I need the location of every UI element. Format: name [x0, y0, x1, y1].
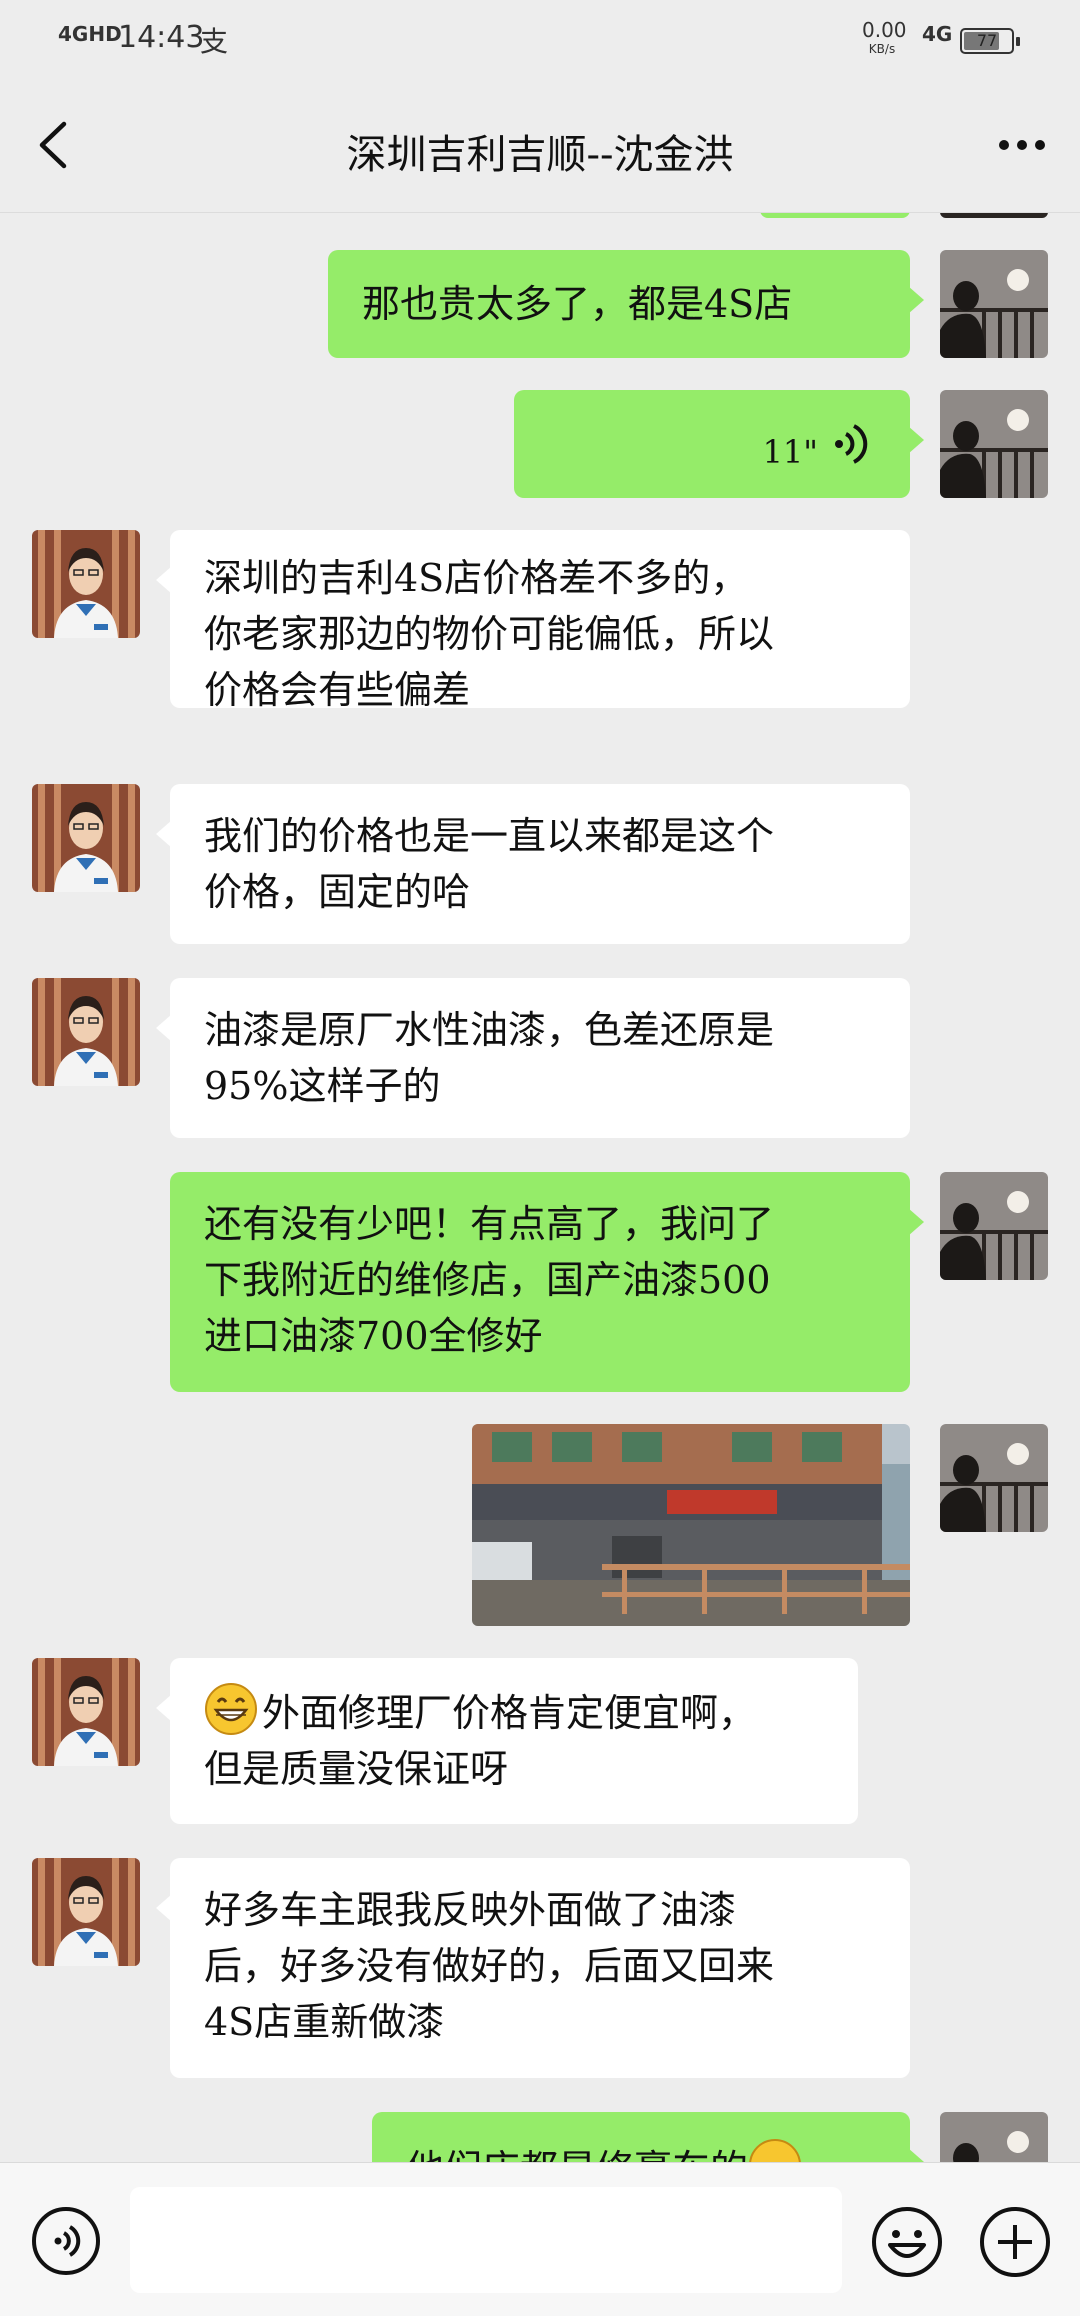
grinning-emoji-icon	[205, 1683, 257, 1735]
message-bubble[interactable]: 好多车主跟我反映外面做了油漆 后，好多没有做好的，后面又回来 4S店重新做漆	[156, 1858, 910, 2078]
emoji-icon[interactable]	[870, 2205, 944, 2279]
message-row: 他们店都是修豪车的	[0, 2112, 1080, 2162]
status-bar: 4GHD 14:43 支 0.00 KB/s 4G 77	[0, 0, 1080, 80]
plus-icon[interactable]	[978, 2205, 1052, 2279]
contact-avatar[interactable]	[32, 1658, 140, 1766]
my-avatar[interactable]	[940, 1424, 1048, 1532]
network-indicator: 4GHD	[58, 22, 122, 46]
alipay-notification-icon: 支	[200, 25, 229, 58]
message-line: 后，好多没有做好的，后面又回来	[204, 1944, 775, 1988]
message-input[interactable]	[130, 2187, 842, 2293]
message-line: 我们的价格也是一直以来都是这个	[204, 814, 775, 858]
photo-message[interactable]	[472, 1424, 910, 1626]
my-avatar[interactable]	[940, 390, 1048, 498]
voice-wave-icon	[835, 424, 868, 464]
message-row: 深圳的吉利4S店价格差不多的， 你老家那边的物价可能偏低，所以 价格会有些偏差	[0, 530, 1080, 712]
my-avatar[interactable]	[940, 2112, 1048, 2162]
message-row: 那也贵太多了，都是4S店	[0, 250, 1080, 358]
message-list[interactable]: 那也贵太多了，都是4S店 11" 深圳的吉利4S店价格差不多的， 你老家那边的物…	[0, 212, 1080, 2162]
message-row: 我们的价格也是一直以来都是这个 价格，固定的哈	[0, 784, 1080, 944]
battery-icon: 77	[960, 28, 1020, 54]
message-line: 深圳的吉利4S店价格差不多的，	[204, 556, 749, 600]
message-bubble[interactable]: 他们店都是修豪车的	[372, 2112, 924, 2162]
contact-avatar[interactable]	[32, 978, 140, 1086]
message-line: 价格会有些偏差	[204, 668, 471, 712]
message-bubble[interactable]: 那也贵太多了，都是4S店	[328, 250, 924, 358]
message-line: 价格，固定的哈	[204, 870, 471, 914]
message-line: 4S店重新做漆	[204, 2000, 445, 2044]
message-row: 外面修理厂价格肯定便宜啊， 但是质量没保证呀	[0, 1658, 1080, 1824]
contact-avatar[interactable]	[32, 1858, 140, 1966]
message-text: 那也贵太多了，都是4S店	[362, 282, 793, 326]
network-speed-value: 0.00	[862, 18, 907, 42]
contact-avatar[interactable]	[32, 784, 140, 892]
voice-message-bubble[interactable]: 11"	[514, 390, 924, 498]
signal-type: 4G	[922, 22, 953, 46]
chat-screen: 4GHD 14:43 支 0.00 KB/s 4G 77 深圳吉利吉顺--沈金洪	[0, 0, 1080, 2316]
my-avatar[interactable]	[940, 250, 1048, 358]
message-line: 但是质量没保证呀	[204, 1747, 509, 1791]
message-line: 下我附近的维修店，国产油漆500	[204, 1258, 771, 1302]
message-line: 你老家那边的物价可能偏低，所以	[204, 612, 775, 656]
network-speed: 0.00 KB/s	[862, 18, 907, 56]
message-line: 还有没有少吧！有点高了，我问了	[204, 1202, 775, 1246]
message-row: 油漆是原厂水性油漆，色差还原是 95%这样子的	[0, 978, 1080, 1138]
message-text: 他们店都是修豪车的	[406, 2147, 748, 2162]
message-row: 好多车主跟我反映外面做了油漆 后，好多没有做好的，后面又回来 4S店重新做漆	[0, 1858, 1080, 2078]
battery-level: 77	[976, 31, 998, 50]
message-bubble[interactable]: 还有没有少吧！有点高了，我问了 下我附近的维修店，国产油漆500 进口油漆700…	[170, 1172, 924, 1392]
message-bubble[interactable]: 深圳的吉利4S店价格差不多的， 你老家那边的物价可能偏低，所以 价格会有些偏差	[156, 530, 910, 712]
more-options-icon[interactable]	[992, 120, 1052, 170]
message-bubble[interactable]: 油漆是原厂水性油漆，色差还原是 95%这样子的	[156, 978, 910, 1138]
my-avatar[interactable]	[940, 1172, 1048, 1280]
message-line-with-emoji: 外面修理厂价格肯定便宜啊，	[204, 1682, 824, 1741]
contact-avatar[interactable]	[32, 530, 140, 638]
voice-mode-icon[interactable]	[30, 2205, 102, 2277]
chat-header: 深圳吉利吉顺--沈金洪	[0, 80, 1080, 213]
message-line: 油漆是原厂水性油漆，色差还原是	[204, 1008, 775, 1052]
message-bubble[interactable]: 外面修理厂价格肯定便宜啊， 但是质量没保证呀	[156, 1658, 858, 1824]
message-bubble[interactable]: 我们的价格也是一直以来都是这个 价格，固定的哈	[156, 784, 910, 944]
message-line: 进口油漆700全修好	[204, 1314, 543, 1358]
message-row: 还有没有少吧！有点高了，我问了 下我附近的维修店，国产油漆500 进口油漆700…	[0, 1172, 1080, 1392]
message-line: 好多车主跟我反映外面做了油漆	[204, 1888, 737, 1932]
input-bar	[0, 2162, 1080, 2316]
message-row: 11"	[0, 390, 1080, 498]
message-line: 外面修理厂价格肯定便宜啊，	[262, 1691, 757, 1735]
message-row	[0, 1424, 1080, 1626]
chat-title: 深圳吉利吉顺--沈金洪	[346, 132, 734, 178]
back-arrow-icon[interactable]	[32, 120, 76, 170]
voice-duration: 11"	[762, 433, 818, 471]
network-speed-unit: KB/s	[868, 42, 896, 56]
clock: 14:43	[118, 20, 205, 55]
crying-laughing-emoji-icon	[749, 2139, 801, 2162]
message-line: 95%这样子的	[204, 1064, 441, 1108]
